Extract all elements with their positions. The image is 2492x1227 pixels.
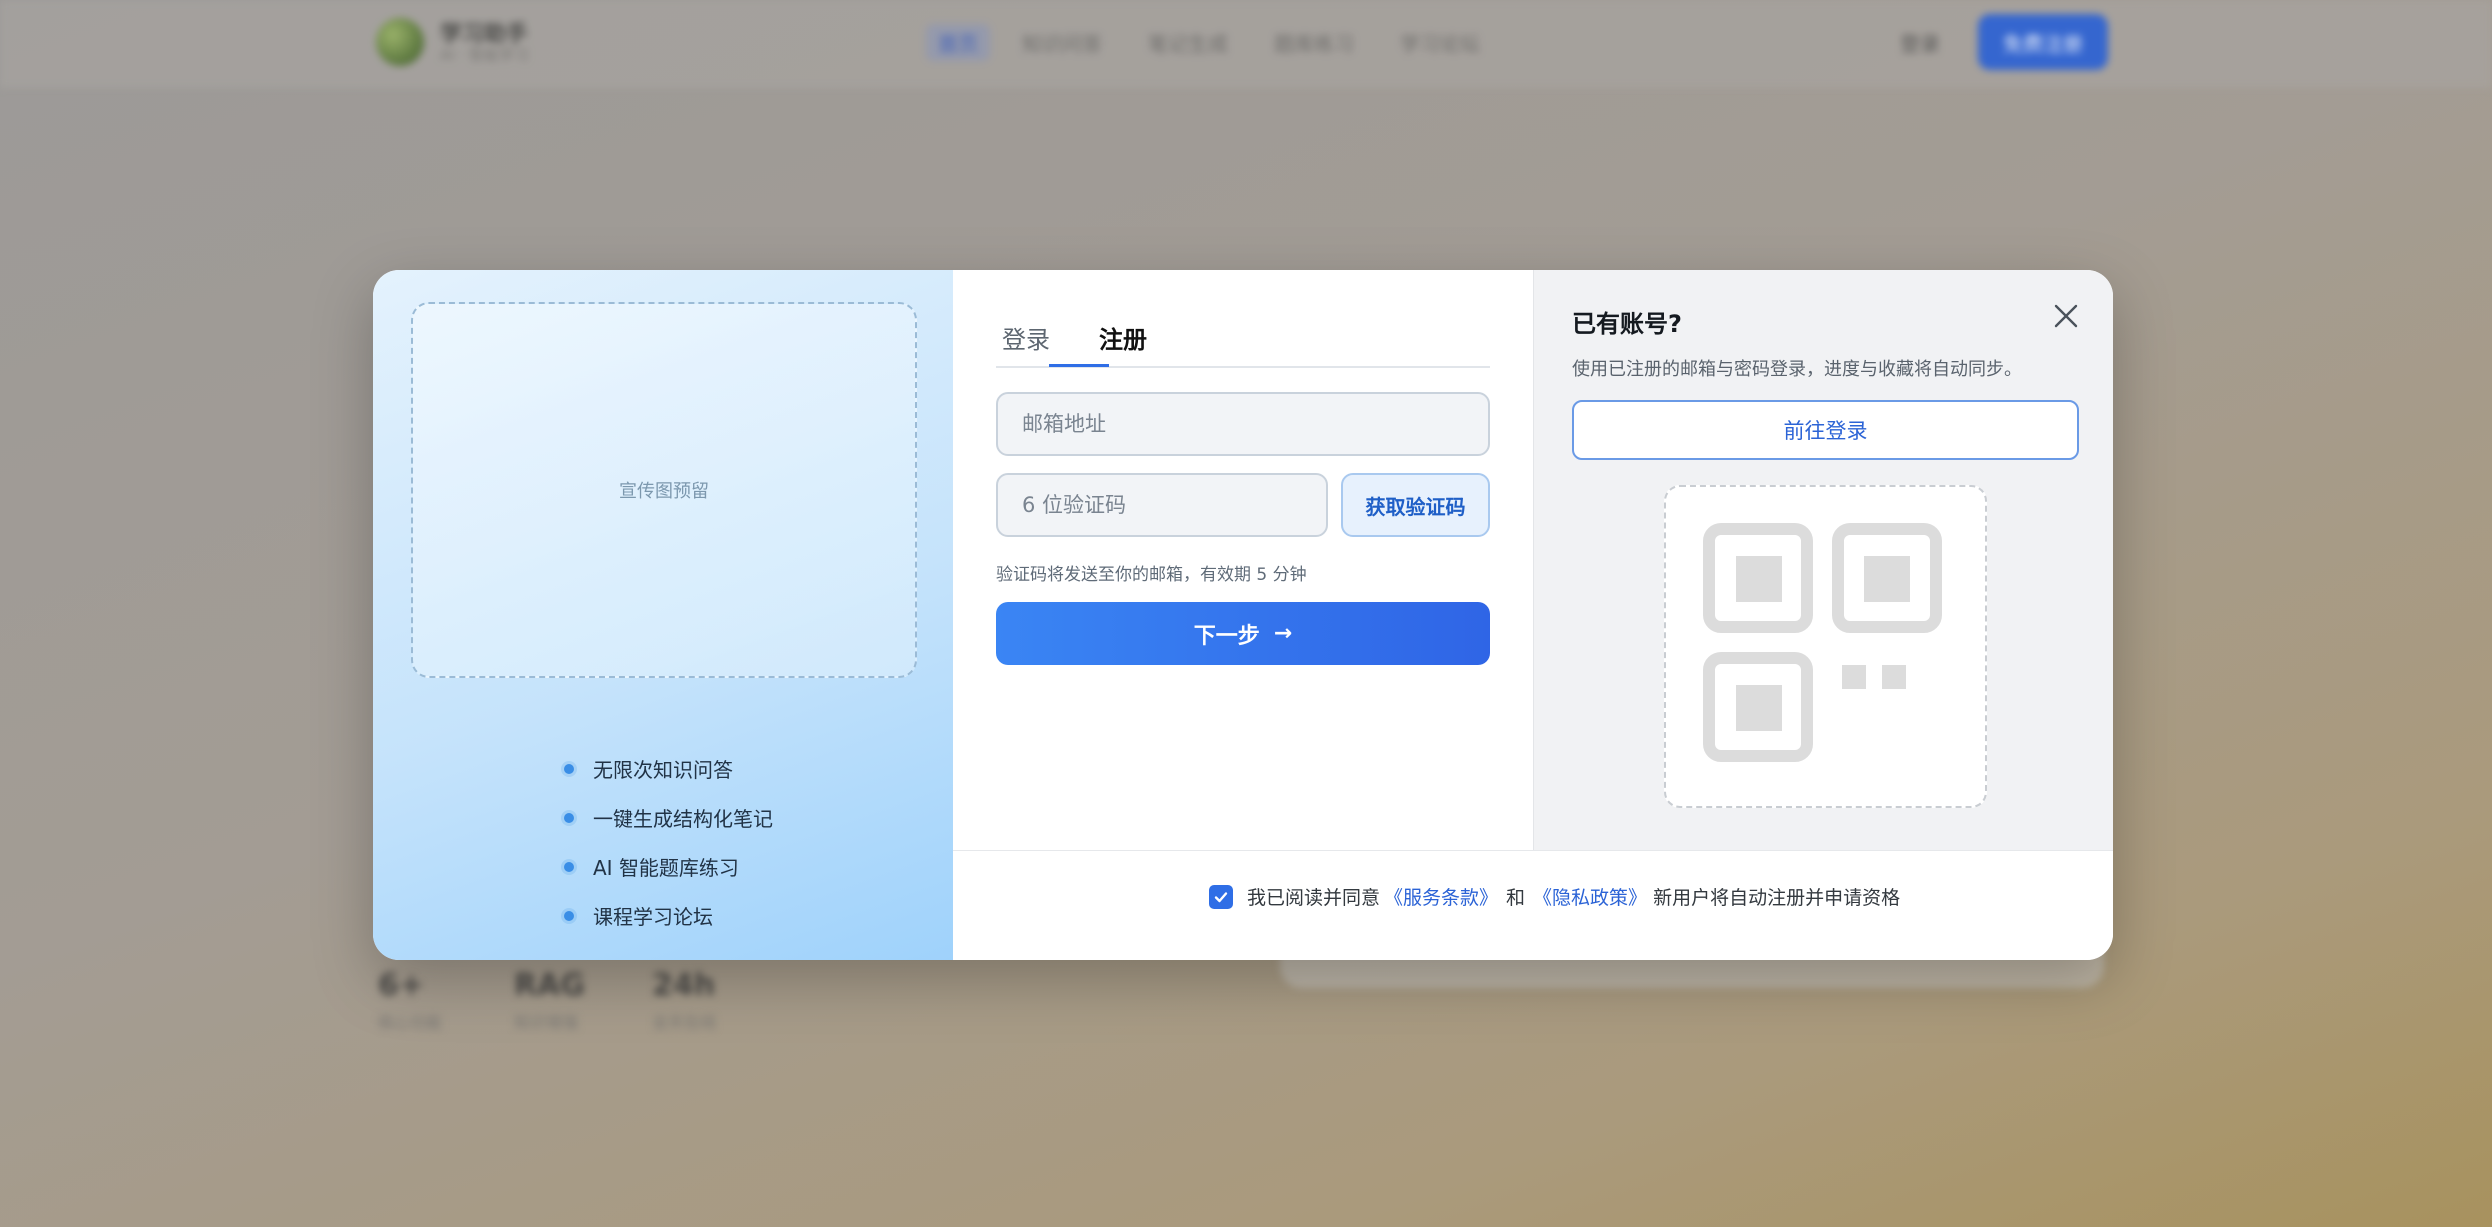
verification-code-input[interactable] [996,473,1328,537]
logo-subtitle: AI · 智能学习 [440,46,529,64]
existing-account-panel: 已有账号? 使用已注册的邮箱与密码登录，进度与收藏将自动同步。 前往登录 [1533,270,2113,850]
stat-item: 24h 全天在线 [652,968,716,1033]
auth-tabs: 登录 注册 [996,320,1490,368]
feature-item: 一键生成结构化笔记 [561,793,773,842]
auth-modal: 宣传图预留 无限次知识问答 一键生成结构化笔记 AI 智能题库练习 课程学习论坛… [373,270,2113,960]
stat-item: 6+ 核心功能 [378,968,442,1033]
tab-register[interactable]: 注册 [1099,320,1147,355]
stat-label: 核心功能 [378,1013,443,1032]
feature-label: AI 智能题库练习 [593,856,739,880]
promo-placeholder-text: 宣传图预留 [619,481,709,502]
agreement-bar: 我已阅读并同意 《服务条款》 和 《隐私政策》 新用户将自动注册并申请资格 [953,850,2113,960]
promo-image-placeholder: 宣传图预留 [411,302,917,678]
stat-label: 全天在线 [652,1013,717,1032]
goto-login-button[interactable]: 前往登录 [1572,400,2079,460]
agreement-and: 和 [1506,887,1526,909]
register-form-panel: 登录 注册 获取验证码 验证码将发送至你的邮箱，有效期 5 分钟 下一步 → [953,270,1533,850]
privacy-link[interactable]: 《隐私政策》 [1533,883,1647,910]
tab-login[interactable]: 登录 [1002,320,1050,355]
active-tab-indicator [1049,364,1109,367]
feature-label: 一键生成结构化笔记 [593,807,773,831]
stat-value: 24h [652,968,716,1003]
agreement-prefix: 我已阅读并同意 [1247,887,1381,909]
header-login-link[interactable]: 登录 [1900,28,1940,57]
header-signup-button[interactable]: 免费注册 [1978,14,2108,70]
nav-item-forum[interactable]: 学习论坛 [1400,28,1480,57]
bullet-icon [564,812,574,823]
nav-item-qa[interactable]: 知识问答 [1022,28,1102,57]
feature-item: 无限次知识问答 [561,744,773,793]
qr-code-placeholder [1664,485,1987,808]
nav-item-quiz[interactable]: 题库练习 [1274,28,1354,57]
stat-value: RAG [514,968,585,1003]
stat-label: 知识增强 [514,1013,579,1032]
get-code-button[interactable]: 获取验证码 [1341,473,1490,537]
existing-account-description: 使用已注册的邮箱与密码登录，进度与收藏将自动同步。 [1572,359,2022,380]
email-input[interactable] [996,392,1490,456]
agreement-checkbox[interactable] [1209,884,1233,909]
promo-panel: 宣传图预留 无限次知识问答 一键生成结构化笔记 AI 智能题库练习 课程学习论坛 [373,270,953,960]
logo-icon [376,18,424,66]
bullet-icon [564,763,574,774]
next-step-button[interactable]: 下一步 → [996,602,1490,665]
bullet-icon [564,910,574,921]
stat-item: RAG 知识增强 [514,968,585,1033]
feature-item: 课程学习论坛 [561,891,773,940]
bullet-icon [564,861,574,872]
qr-code-icon [1703,523,1942,762]
feature-list: 无限次知识问答 一键生成结构化笔记 AI 智能题库练习 课程学习论坛 [561,744,773,940]
agreement-suffix: 新用户将自动注册并申请资格 [1653,887,1901,909]
feature-label: 无限次知识问答 [593,758,733,782]
feature-label: 课程学习论坛 [593,905,713,929]
existing-account-title: 已有账号? [1572,310,1682,338]
nav-item-notes[interactable]: 笔记生成 [1148,28,1228,57]
terms-link[interactable]: 《服务条款》 [1384,883,1498,910]
check-icon [1214,891,1228,902]
code-hint: 验证码将发送至你的邮箱，有效期 5 分钟 [996,565,1307,585]
close-icon[interactable] [2052,302,2080,330]
agreement-row: 我已阅读并同意 《服务条款》 和 《隐私政策》 新用户将自动注册并申请资格 [1209,883,1900,910]
arrow-right-icon: → [1273,621,1293,646]
background-header [0,0,2492,88]
next-step-label: 下一步 [1193,623,1260,649]
stat-value: 6+ [378,968,425,1003]
feature-item: AI 智能题库练习 [561,842,773,891]
nav-item-home[interactable]: 首页 [926,24,990,61]
